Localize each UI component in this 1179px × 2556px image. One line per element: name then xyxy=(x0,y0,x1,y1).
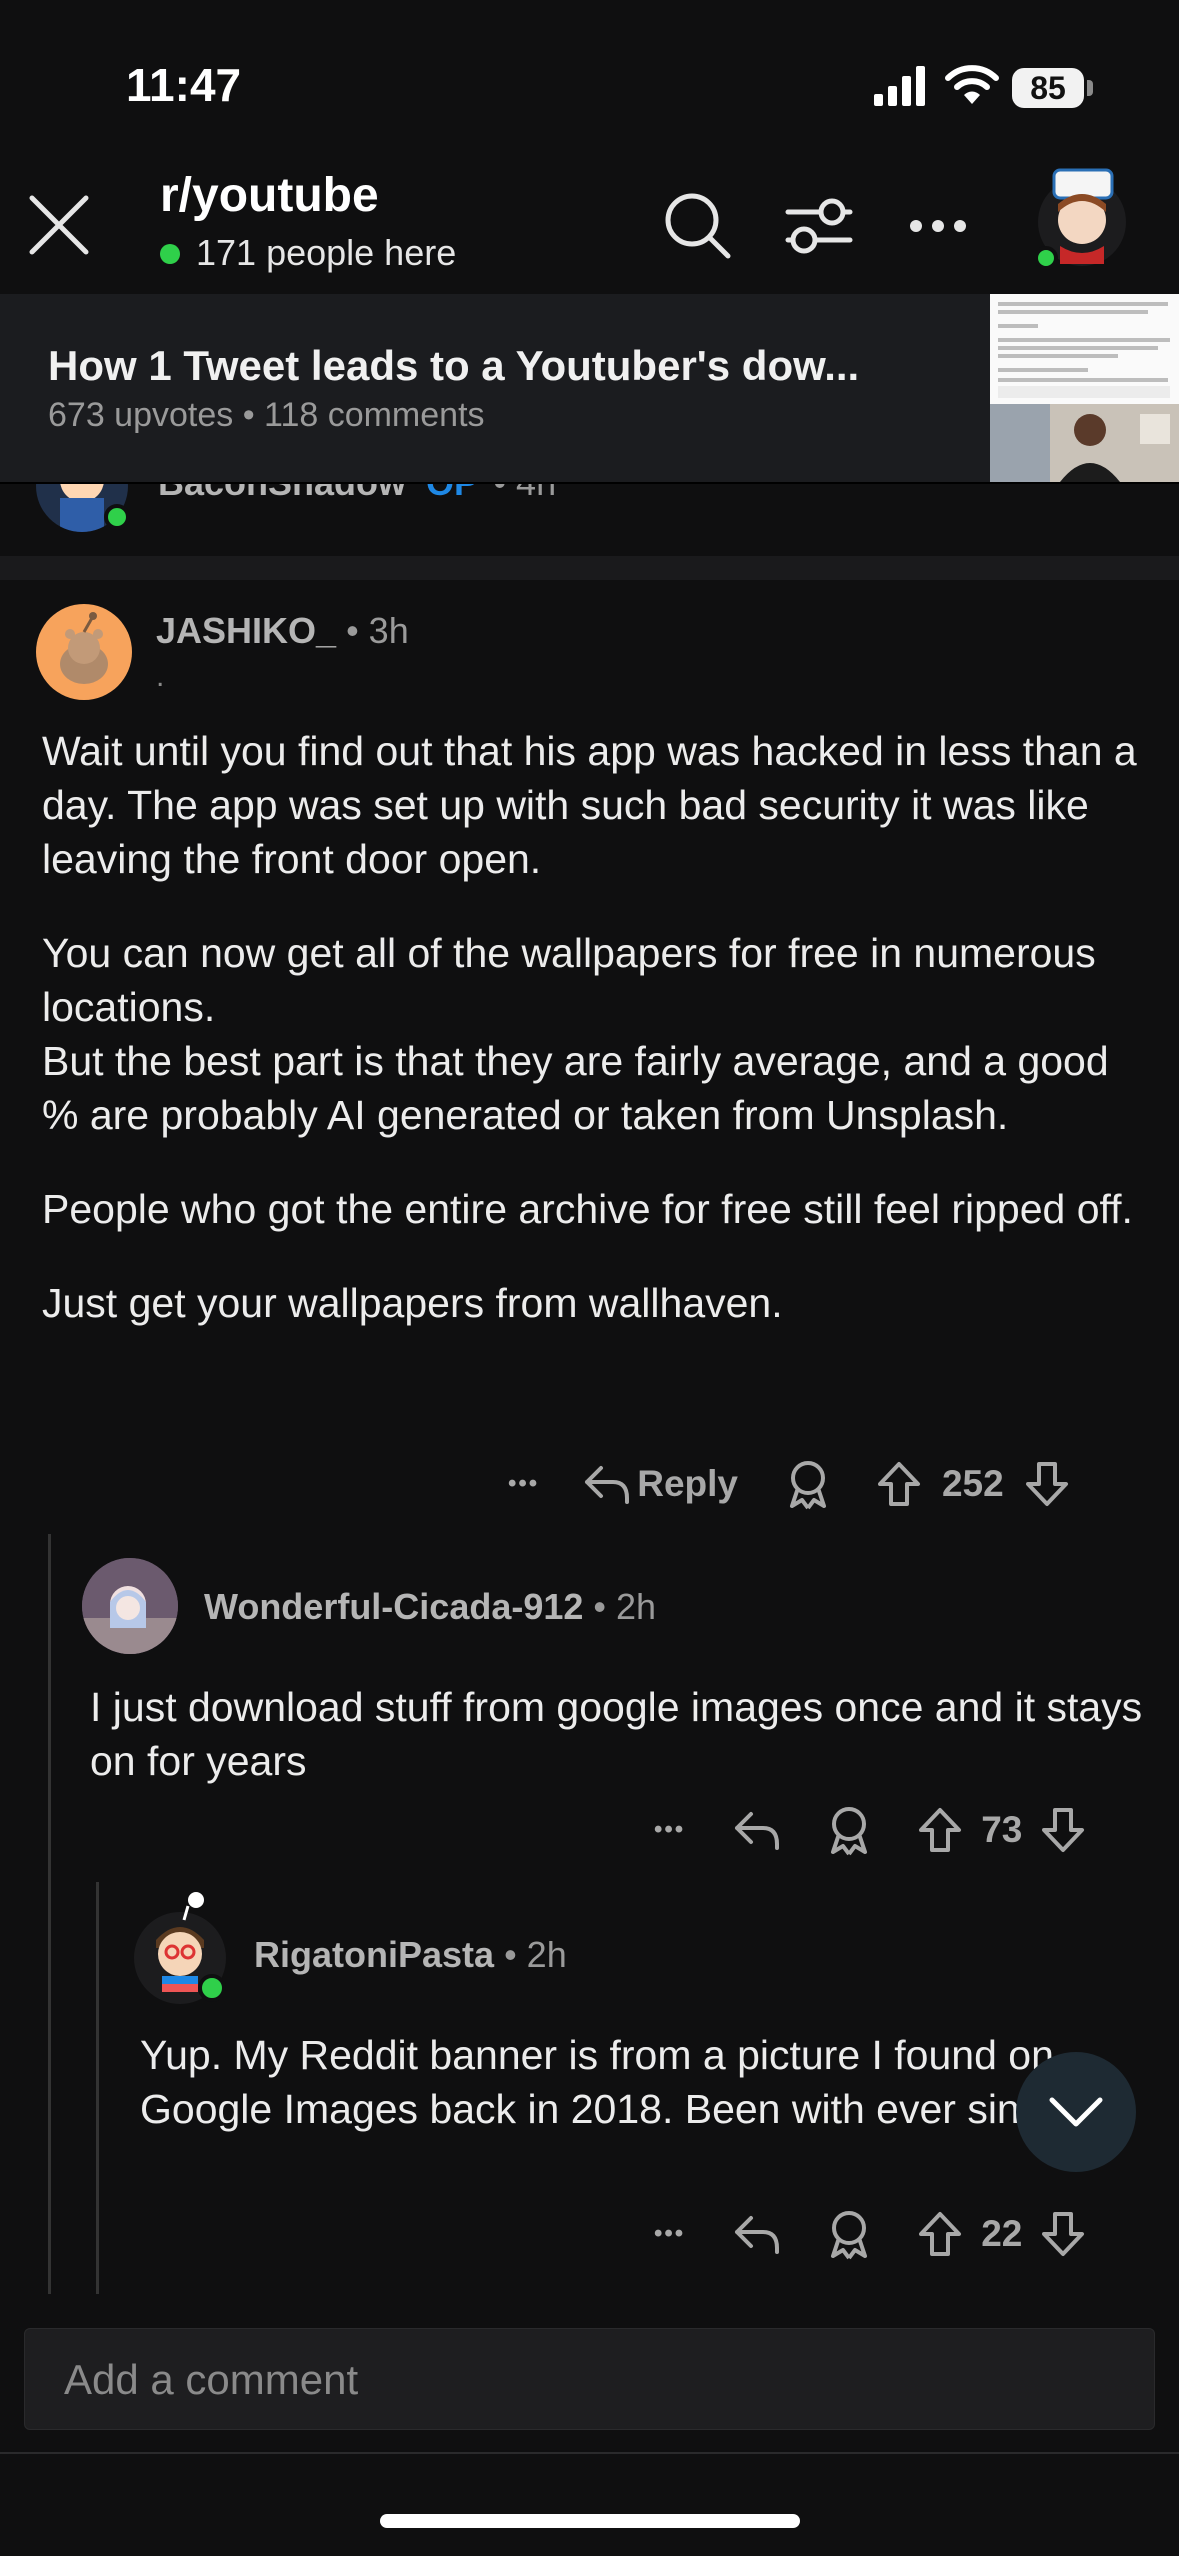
reply-button[interactable]: Reply xyxy=(637,1463,738,1505)
award-icon[interactable] xyxy=(825,2208,873,2260)
more-button[interactable]: ••• xyxy=(508,1470,539,1498)
downvote-icon[interactable] xyxy=(1040,1806,1086,1854)
upvote-icon[interactable] xyxy=(876,1460,922,1508)
home-indicator[interactable] xyxy=(380,2514,800,2528)
prev-online-dot xyxy=(104,504,130,530)
online-dot xyxy=(160,244,180,264)
close-icon[interactable] xyxy=(26,192,92,258)
comment-avatar[interactable] xyxy=(36,604,132,700)
user-flair: . xyxy=(156,660,165,693)
author-name[interactable]: Wonderful-Cicada-912 xyxy=(204,1586,583,1627)
thread-line[interactable] xyxy=(48,1534,51,2294)
award-icon[interactable] xyxy=(784,1458,832,1510)
comment-paragraph: I just download stuff from google images… xyxy=(90,1684,1143,1784)
post-thumbnail[interactable] xyxy=(990,294,1179,482)
comment-age: • 2h xyxy=(593,1586,657,1627)
comment-paragraph: You can now get all of the wallpapers fo… xyxy=(42,930,1096,1030)
comment-actions: ••• Reply 252 xyxy=(508,1454,1070,1514)
reply-icon[interactable] xyxy=(583,1462,631,1506)
comment-age: • 2h xyxy=(504,1934,567,1975)
reply-icon[interactable] xyxy=(733,2212,781,2256)
thread-line[interactable] xyxy=(96,1882,99,2294)
wifi-icon xyxy=(944,64,1000,106)
vote-count: 252 xyxy=(941,1463,1004,1504)
comment-actions: ••• 22 xyxy=(654,2204,1086,2264)
subreddit-name[interactable]: r/youtube xyxy=(160,168,379,223)
comment-paragraph: Yup. My Reddit banner is from a picture … xyxy=(140,2032,1075,2132)
online-status-dot xyxy=(1034,246,1058,270)
more-button[interactable]: ••• xyxy=(654,2220,685,2248)
scroll-down-button[interactable] xyxy=(1016,2052,1136,2172)
comment-input-placeholder[interactable]: Add a comment xyxy=(64,2356,358,2404)
comment-body: Wait until you find out that his app was… xyxy=(42,724,1152,1330)
comment-author: RigatoniPasta • 2h xyxy=(254,1934,567,1976)
comment-actions: ••• 73 xyxy=(654,1800,1086,1860)
composer-divider xyxy=(0,2452,1179,2454)
comment-paragraph: People who got the entire archive for fr… xyxy=(42,1186,1133,1232)
downvote-icon[interactable] xyxy=(1024,1460,1070,1508)
battery-indicator: 85 xyxy=(1012,68,1084,108)
vote-count: 22 xyxy=(981,2213,1023,2254)
chevron-down-icon xyxy=(1049,2097,1103,2127)
search-icon[interactable] xyxy=(662,190,734,262)
vote-count: 73 xyxy=(981,1809,1023,1850)
comment-paragraph: Wait until you find out that his app was… xyxy=(42,728,1137,882)
more-button[interactable]: ••• xyxy=(654,1816,685,1844)
downvote-icon[interactable] xyxy=(1040,2210,1086,2258)
post-title[interactable]: How 1 Tweet leads to a Youtuber's dow... xyxy=(48,342,859,390)
filter-icon[interactable] xyxy=(784,196,854,256)
cellular-signal-icon xyxy=(874,66,926,106)
status-time: 11:47 xyxy=(126,59,242,111)
reply-icon[interactable] xyxy=(733,1808,781,1852)
upvote-icon[interactable] xyxy=(917,2210,963,2258)
online-status-dot xyxy=(198,1974,226,2002)
author-name[interactable]: RigatoniPasta xyxy=(254,1934,494,1975)
comment-author: JASHIKO_ • 3h xyxy=(156,610,409,652)
comment-paragraph: But the best part is that they are fairl… xyxy=(42,1038,1109,1138)
user-avatar[interactable] xyxy=(1032,160,1132,270)
comment-body: Yup. My Reddit banner is from a picture … xyxy=(140,2028,1120,2136)
award-icon[interactable] xyxy=(825,1804,873,1856)
comment-body: I just download stuff from google images… xyxy=(90,1680,1150,1788)
comment-paragraph: Just get your wallpapers from wallhaven. xyxy=(42,1280,783,1326)
battery-cap xyxy=(1087,80,1093,96)
online-count: 171 people here xyxy=(196,232,457,273)
comment-age: • 3h xyxy=(346,610,409,651)
comment-author: Wonderful-Cicada-912 • 2h xyxy=(204,1586,656,1628)
comment-divider xyxy=(0,556,1179,580)
upvote-icon[interactable] xyxy=(917,1806,963,1854)
post-meta: 673 upvotes • 118 comments xyxy=(48,396,485,434)
comment-avatar[interactable] xyxy=(82,1558,178,1654)
author-name[interactable]: JASHIKO_ xyxy=(156,610,336,651)
more-options-icon[interactable] xyxy=(908,216,968,236)
